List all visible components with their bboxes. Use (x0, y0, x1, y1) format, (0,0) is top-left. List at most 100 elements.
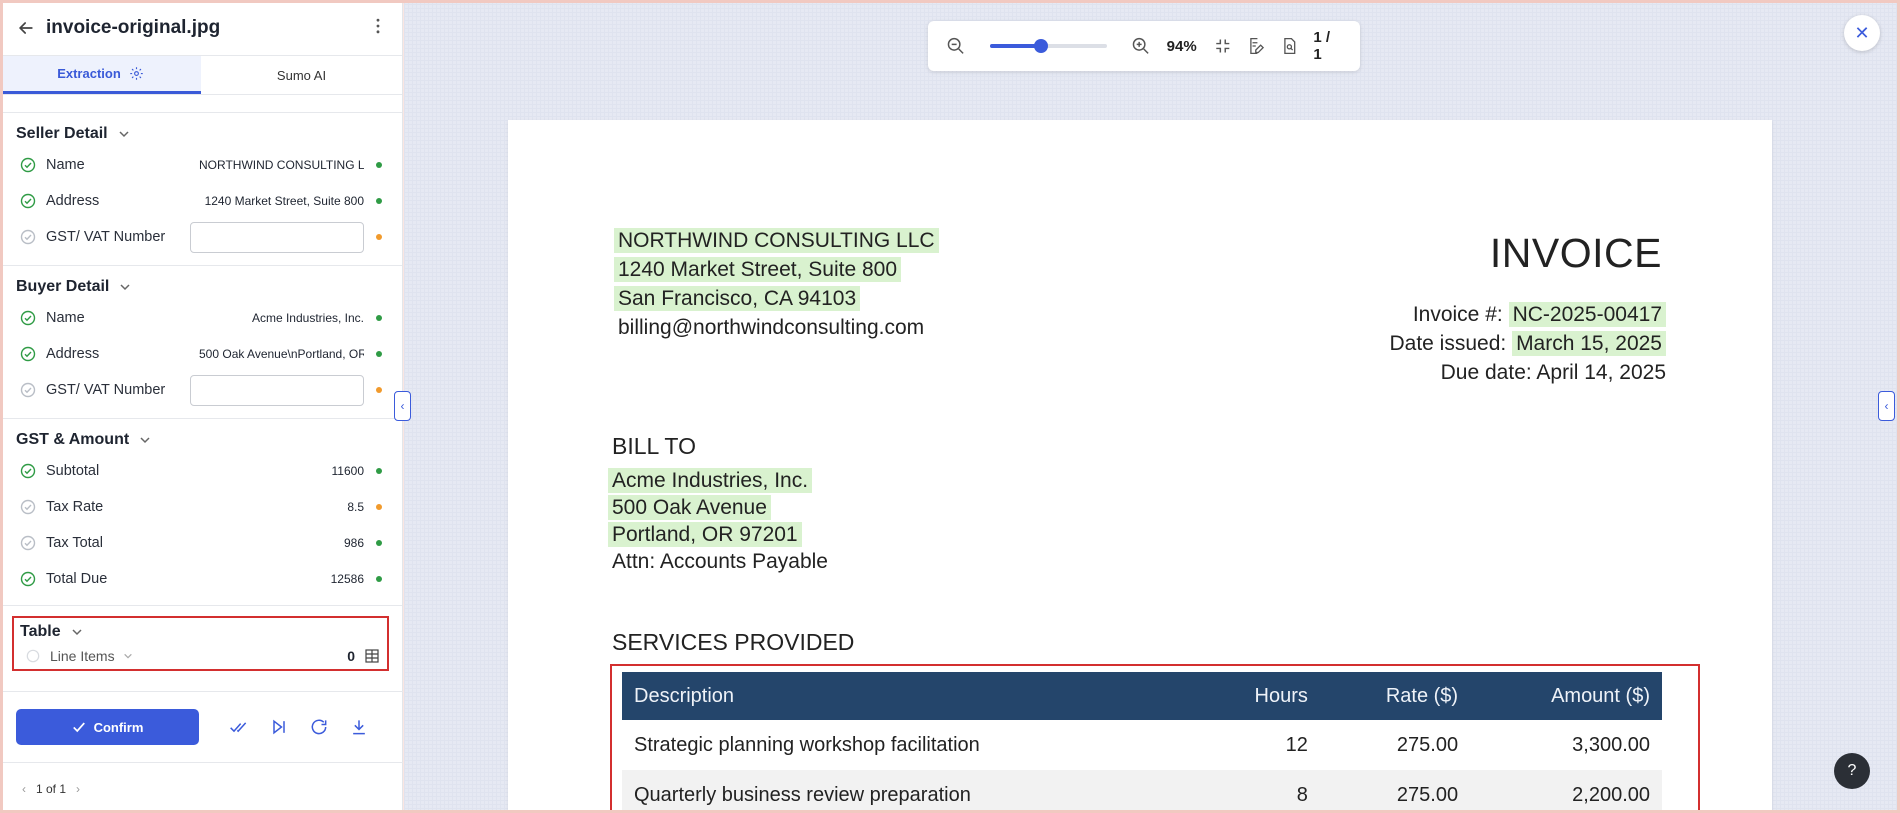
extraction-sidebar: invoice-original.jpg Extraction Sumo AI … (0, 0, 403, 813)
table-cell: 8 (1296, 783, 1308, 806)
gst-vat-input[interactable] (190, 374, 364, 406)
field-buyer-address[interactable]: Address 500 Oak Avenue\nPortland, OR 972… (0, 336, 402, 372)
chevron-down-icon[interactable] (71, 626, 83, 638)
field-buyer-name[interactable]: Name Acme Industries, Inc. (0, 300, 402, 336)
download-icon[interactable] (349, 717, 369, 737)
pagination-text: 1 of 1 (36, 782, 67, 796)
due-date: April 14, 2025 (1536, 361, 1666, 384)
gear-icon[interactable] (129, 66, 144, 81)
status-dot-warning (376, 387, 382, 393)
table-row: Quarterly business review preparation 8 … (622, 770, 1662, 813)
tab-extraction-label: Extraction (57, 66, 121, 81)
zoom-out-icon[interactable] (946, 36, 966, 56)
buyer-line: Attn: Accounts Payable (612, 550, 828, 573)
confirm-button[interactable]: Confirm (16, 709, 199, 745)
viewer-toolbar: 94% 1 / 1 (928, 21, 1360, 71)
chevron-down-icon[interactable] (118, 128, 130, 140)
buyer-line: 500 Oak Avenue (608, 495, 771, 520)
section-header-seller[interactable]: Seller Detail (0, 121, 402, 147)
status-dot-valid (376, 315, 382, 321)
close-icon[interactable]: ✕ (1844, 15, 1880, 51)
status-dot-warning (376, 234, 382, 240)
refresh-icon[interactable] (309, 717, 329, 737)
buyer-line: Acme Industries, Inc. (608, 468, 813, 493)
field-line-items[interactable]: Line Items 0 (18, 644, 383, 668)
status-dot-valid (376, 351, 382, 357)
check-circle-icon (20, 382, 36, 398)
field-tax-rate[interactable]: Tax Rate 8.5 (0, 489, 402, 525)
zoom-slider[interactable] (989, 39, 1108, 53)
line-items-count: 0 (347, 648, 355, 664)
document-edit-icon[interactable] (1246, 36, 1266, 56)
section-title-amount: GST & Amount (16, 431, 130, 448)
field-value[interactable]: 986 (344, 536, 364, 550)
tab-extraction[interactable]: Extraction (0, 56, 201, 94)
field-value[interactable]: 12586 (331, 572, 364, 586)
zoom-in-icon[interactable] (1131, 36, 1151, 56)
field-total-due[interactable]: Total Due 12586 (0, 561, 402, 597)
field-tax-total[interactable]: Tax Total 986 (0, 525, 402, 561)
field-seller-gst[interactable]: GST/ VAT Number (0, 219, 402, 255)
section-header-table[interactable]: Table (18, 620, 383, 644)
section-seller-detail: Seller Detail Name NORTHWIND CONSULTING … (0, 112, 402, 259)
column-header: Hours (1254, 684, 1308, 707)
field-value[interactable]: 11600 (332, 464, 364, 478)
check-circle-icon (20, 229, 36, 245)
section-header-buyer[interactable]: Buyer Detail (0, 274, 402, 300)
gst-vat-input[interactable] (190, 221, 364, 253)
table-cell: 2,200.00 (1572, 783, 1650, 806)
collapse-sidebar-button[interactable]: ‹ (394, 391, 411, 421)
skip-next-icon[interactable] (269, 717, 289, 737)
section-buyer-detail: Buyer Detail Name Acme Industries, Inc. … (0, 265, 402, 412)
field-value[interactable]: 8.5 (347, 500, 364, 514)
table-cell: Strategic planning workshop facilitation (634, 733, 980, 756)
zoom-slider-handle[interactable] (1034, 39, 1049, 53)
chevron-down-icon[interactable] (123, 651, 133, 661)
seller-line: NORTHWIND CONSULTING LLC (614, 228, 939, 253)
seller-line: billing@northwindconsulting.com (618, 316, 925, 339)
section-title-table: Table (20, 623, 61, 640)
invoice-seller-block: NORTHWIND CONSULTING LLC 1240 Market Str… (614, 226, 939, 342)
help-button[interactable]: ? (1834, 753, 1870, 789)
page-indicator: 1 / 1 (1313, 29, 1331, 63)
status-dot-valid (376, 468, 382, 474)
field-label: Tax Rate (46, 499, 104, 515)
document-viewer: 94% 1 / 1 ✕ ‹ NORTHWIND CONSULTING LLC 1… (404, 0, 1900, 813)
document-search-icon[interactable] (1280, 36, 1300, 56)
invoice-number-label: Invoice #: (1412, 303, 1503, 326)
back-arrow-icon[interactable] (16, 17, 38, 39)
fit-screen-icon[interactable] (1213, 36, 1233, 56)
section-table: Table Line Items 0 (0, 605, 402, 675)
chevron-down-icon[interactable] (119, 281, 131, 293)
table-header-row: Description Hours Rate ($) Amount ($) (622, 672, 1662, 720)
section-gst-amount: GST & Amount Subtotal 11600 Tax Rate 8.5… (0, 418, 402, 601)
field-buyer-gst[interactable]: GST/ VAT Number (0, 372, 402, 408)
field-value[interactable]: NORTHWIND CONSULTING LLC (199, 158, 364, 172)
field-value[interactable]: 500 Oak Avenue\nPortland, OR 97201 (199, 347, 364, 361)
field-label: GST/ VAT Number (46, 382, 166, 398)
section-title-buyer: Buyer Detail (16, 278, 110, 295)
next-page-icon[interactable]: › (76, 782, 80, 796)
status-dot-valid (376, 576, 382, 582)
tab-sumo-ai-label: Sumo AI (276, 67, 327, 83)
table-cell: 275.00 (1396, 733, 1459, 756)
field-seller-address[interactable]: Address 1240 Market Street, Suite 800 (0, 183, 402, 219)
tab-sumo-ai[interactable]: Sumo AI (201, 56, 402, 94)
column-header: Description (634, 684, 735, 707)
more-options-icon[interactable] (368, 16, 388, 40)
date-issued: March 15, 2025 (1512, 331, 1666, 356)
section-header-amount[interactable]: GST & Amount (0, 427, 402, 453)
expand-panel-button[interactable]: ‹ (1878, 391, 1895, 421)
table-grid-icon[interactable] (365, 649, 379, 663)
date-issued-label: Date issued: (1389, 332, 1507, 355)
document-title: invoice-original.jpg (46, 16, 221, 38)
confirm-label: Confirm (93, 719, 144, 735)
chevron-down-icon[interactable] (139, 434, 151, 446)
field-value[interactable]: 1240 Market Street, Suite 800 (205, 194, 364, 208)
field-seller-name[interactable]: Name NORTHWIND CONSULTING LLC (0, 147, 402, 183)
field-value[interactable]: Acme Industries, Inc. (252, 311, 364, 325)
check-circle-icon (26, 649, 40, 663)
field-subtotal[interactable]: Subtotal 11600 (0, 453, 402, 489)
prev-page-icon[interactable]: ‹ (22, 782, 26, 796)
double-check-icon[interactable] (229, 717, 249, 737)
